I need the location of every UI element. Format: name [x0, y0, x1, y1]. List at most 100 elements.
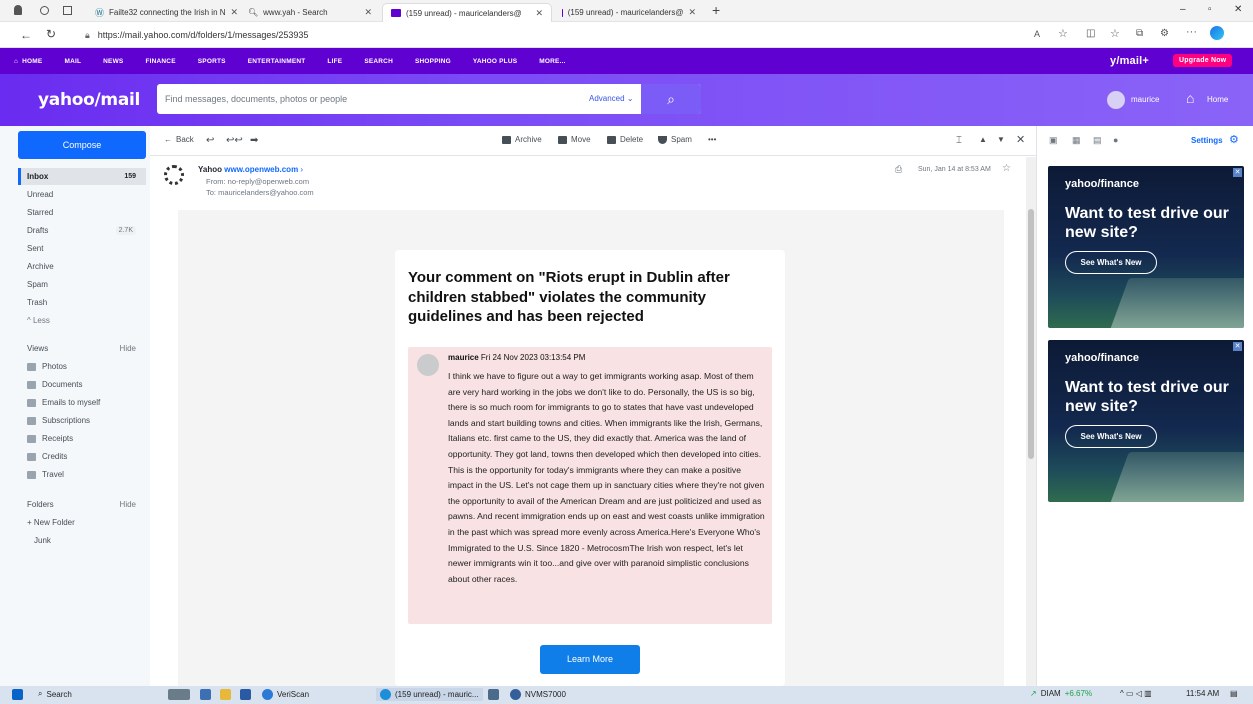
tab-mail[interactable]: (159 unread) - mauricelanders@ ✕ [554, 3, 704, 22]
more-actions-button[interactable]: ••• [708, 135, 716, 144]
taskbar-veriscan[interactable]: VeriScan [262, 689, 309, 700]
finance-ad-2[interactable]: ✕ yahoo/finance Want to test drive our n… [1048, 340, 1244, 502]
nav-sports[interactable]: SPORTS [198, 58, 226, 65]
delete-button[interactable]: Delete [607, 135, 643, 144]
sidebar-item-trash[interactable]: Trash [18, 294, 146, 311]
message-scrollbar[interactable] [1026, 157, 1036, 686]
more-menu-icon[interactable]: ··· [1186, 26, 1197, 38]
sidebar-item-photos[interactable]: Photos [18, 358, 146, 375]
close-tab-icon[interactable]: ✕ [364, 7, 372, 18]
favorite-star-icon[interactable]: ☆ [1058, 27, 1068, 40]
sidebar-item-subscriptions[interactable]: Subscriptions [18, 412, 146, 429]
new-folder-link[interactable]: + New Folder [18, 514, 146, 531]
close-tab-icon[interactable]: ✕ [688, 7, 696, 18]
search-box[interactable]: Find messages, documents, photos or peop… [157, 84, 701, 114]
nav-life[interactable]: LIFE [327, 58, 342, 65]
taskbar-nvms[interactable]: NVMS7000 [510, 689, 566, 700]
stock-widget[interactable]: ↗ DIAM +6.67% [1030, 689, 1092, 698]
home-link[interactable]: Home [1207, 95, 1228, 104]
windows-start-icon[interactable] [12, 689, 23, 700]
back-button[interactable]: ← Back [164, 135, 194, 144]
profile-icon[interactable] [14, 5, 22, 15]
sidebar-item-credits[interactable]: Credits [18, 448, 146, 465]
spam-button[interactable]: Spam [658, 135, 692, 144]
archive-button[interactable]: Archive [502, 135, 542, 144]
restore-icon[interactable]: ▫ [1208, 4, 1212, 15]
close-tab-icon[interactable]: ✕ [535, 8, 543, 19]
ad-cta-button[interactable]: See What's New [1065, 425, 1157, 448]
app-icon[interactable] [488, 689, 499, 700]
nav-more[interactable]: MORE... [539, 58, 565, 65]
gear-icon[interactable]: ⚙ [1229, 133, 1239, 146]
sidebar-item-documents[interactable]: Documents [18, 376, 146, 393]
workspaces-icon[interactable] [40, 6, 49, 15]
close-window-icon[interactable]: ✕ [1234, 4, 1242, 15]
edge-copilot-icon[interactable] [1210, 26, 1224, 40]
sidebar-item-drafts[interactable]: Drafts 2.7K [18, 222, 146, 239]
extensions-icon[interactable]: ⚙ [1160, 28, 1169, 39]
close-ad-icon[interactable]: ✕ [1233, 168, 1242, 177]
sidebar-item-emails-to-myself[interactable]: Emails to myself [18, 394, 146, 411]
close-message-icon[interactable]: ✕ [1016, 133, 1025, 146]
home-nav-icon[interactable]: ⌂ [14, 58, 18, 65]
tab-mail-active[interactable]: (159 unread) - mauricelanders@ ✕ [382, 3, 552, 22]
sender-avatar[interactable] [164, 165, 184, 185]
settings-link[interactable]: Settings [1191, 136, 1223, 145]
sender-link[interactable]: www.openweb.com [224, 165, 298, 174]
tab-actions-icon[interactable] [63, 6, 72, 15]
taskbar-mail[interactable]: (159 unread) - mauric... [376, 688, 483, 701]
search-button[interactable]: ⌕ [641, 84, 701, 114]
upgrade-now-button[interactable]: Upgrade Now [1173, 54, 1233, 67]
back-arrow-icon[interactable]: ← [20, 28, 32, 42]
nav-finance[interactable]: FINANCE [145, 58, 175, 65]
sidebar-item-starred[interactable]: Starred [18, 204, 146, 221]
split-screen-icon[interactable]: ◫ [1086, 28, 1095, 39]
yahoo-mail-logo[interactable]: yahoo/mail [38, 90, 140, 110]
sidebar-item-inbox[interactable]: Inbox 159 [18, 168, 146, 185]
home-icon[interactable]: ⌂ [1186, 90, 1194, 106]
views-hide-link[interactable]: Hide [120, 344, 136, 353]
nav-entertainment[interactable]: ENTERTAINMENT [248, 58, 306, 65]
previous-message-icon[interactable]: ▲ [979, 135, 987, 144]
advanced-search-dropdown[interactable]: Advanced ⌄ [589, 94, 634, 103]
clock[interactable]: 11:54 AM [1186, 689, 1219, 698]
app-icon[interactable] [240, 689, 251, 700]
finance-ad-1[interactable]: ✕ yahoo/finance Want to test drive our n… [1048, 166, 1244, 328]
reply-all-icon[interactable]: ↩↩ [226, 135, 243, 146]
task-view-icon[interactable] [200, 689, 211, 700]
favorites-icon[interactable]: ☆ [1110, 27, 1120, 40]
collections-icon[interactable]: ⧉ [1136, 28, 1143, 39]
star-icon[interactable]: ☆ [1002, 163, 1011, 174]
user-name[interactable]: maurice [1131, 95, 1159, 104]
sidebar-item-archive[interactable]: Archive [18, 258, 146, 275]
nav-shopping[interactable]: SHOPPING [415, 58, 451, 65]
nav-yahoo-plus[interactable]: YAHOO PLUS [473, 58, 517, 65]
notepad-icon[interactable]: ▤ [1093, 135, 1102, 146]
tab-failte[interactable]: Ⓦ Failte32 connecting the Irish in N ✕ [87, 3, 237, 22]
read-aloud-icon[interactable]: A [1034, 29, 1040, 39]
collapse-icon[interactable]: ⌶ [956, 135, 962, 146]
search-input[interactable]: Find messages, documents, photos or peop… [165, 94, 347, 104]
help-icon[interactable]: ● [1113, 135, 1118, 145]
nav-mail[interactable]: MAIL [64, 58, 81, 65]
sidebar-less-toggle[interactable]: ^ Less [18, 312, 146, 329]
print-icon[interactable]: ⎙ [895, 164, 902, 175]
widgets-icon[interactable] [168, 689, 190, 700]
nav-home[interactable]: HOME [22, 58, 42, 65]
calendar-icon[interactable]: ▦ [1072, 135, 1081, 146]
reply-icon[interactable]: ↩ [206, 135, 214, 146]
sidebar-item-junk[interactable]: Junk [18, 532, 146, 549]
ad-cta-button[interactable]: See What's New [1065, 251, 1157, 274]
sidebar-item-sent[interactable]: Sent [18, 240, 146, 257]
close-tab-icon[interactable]: ✕ [231, 7, 237, 18]
forward-icon[interactable]: ➡ [250, 135, 258, 146]
close-ad-icon[interactable]: ✕ [1233, 342, 1242, 351]
file-explorer-icon[interactable] [220, 689, 231, 700]
taskbar-search[interactable]: ⌕ Search [38, 689, 72, 699]
scrollbar-thumb[interactable] [1028, 209, 1034, 459]
sender-name[interactable]: Yahoo [198, 165, 222, 174]
url-field[interactable]: 🔒︎ https://mail.yahoo.com/d/folders/1/me… [85, 26, 1015, 44]
learn-more-button[interactable]: Learn More [540, 645, 640, 674]
folders-hide-link[interactable]: Hide [120, 500, 136, 509]
nav-news[interactable]: NEWS [103, 58, 123, 65]
